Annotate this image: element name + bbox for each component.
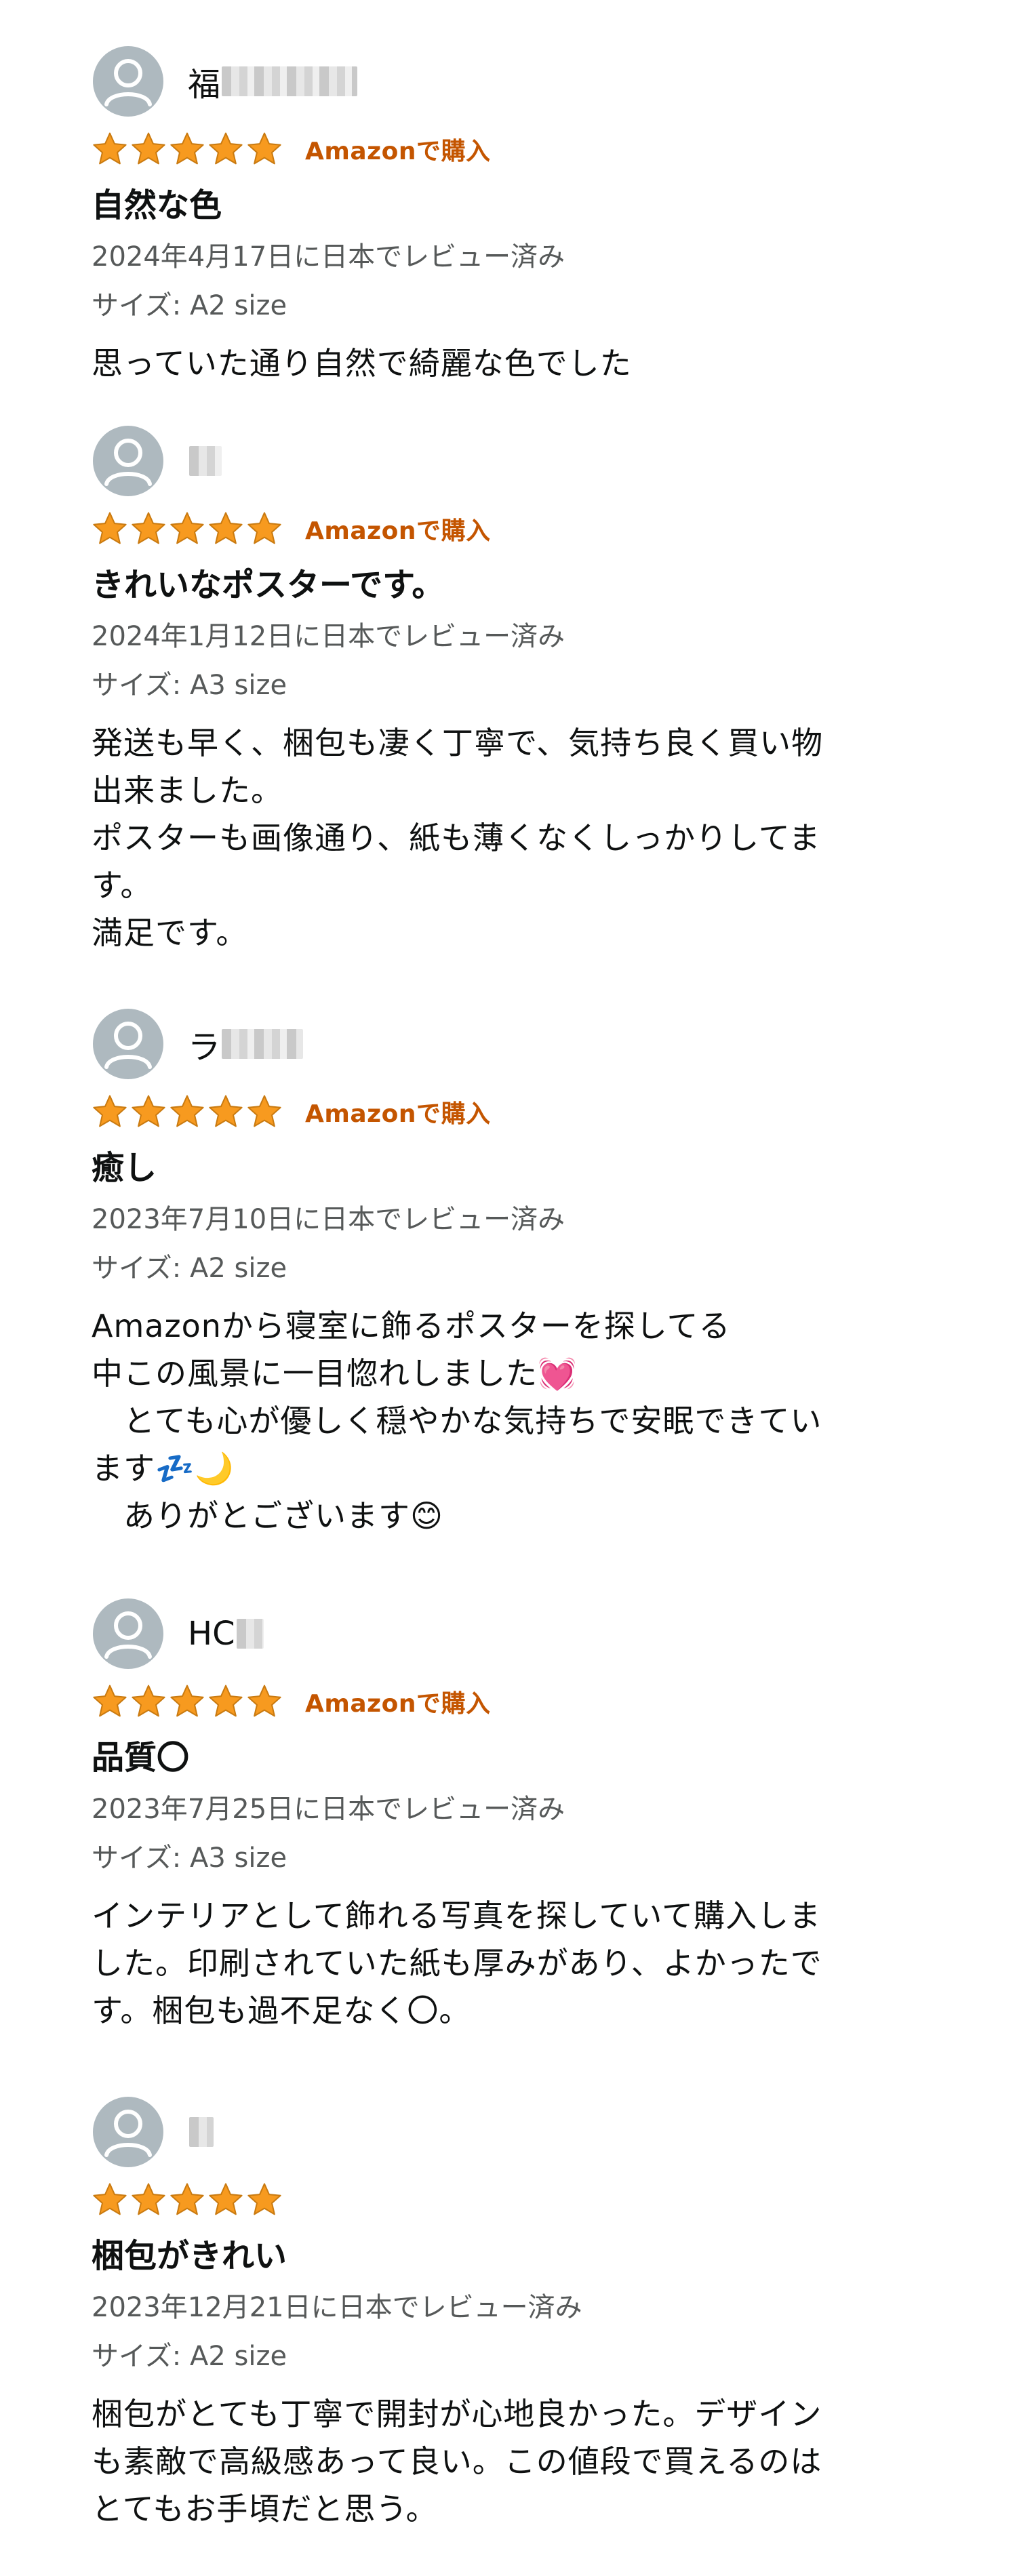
star-icon [170, 1685, 204, 1717]
star-icon [209, 1685, 243, 1717]
star-rating[interactable] [92, 1683, 285, 1720]
star-rating[interactable] [92, 131, 285, 167]
star-icon [132, 512, 165, 544]
avatar[interactable] [93, 46, 163, 117]
star-icon [170, 132, 204, 165]
star-icon [209, 1095, 243, 1127]
reviewer-name[interactable]: ラ [188, 1020, 304, 1068]
person-icon [104, 2110, 152, 2157]
rating-row: Amazonで購入 [92, 1092, 932, 1131]
variant-info[interactable]: サイズ: A2 size [92, 287, 932, 325]
star-icon [93, 512, 127, 544]
review-body: Amazonから寝室に飾るポスターを探してる 中この風景に一目惚れしました💓 と… [92, 1308, 822, 1534]
review-title[interactable]: きれいなポスターです。 [92, 563, 932, 607]
star-icon [170, 2183, 204, 2215]
star-icon [247, 132, 281, 165]
rating-row: Amazonで購入 [92, 1682, 932, 1721]
avatar[interactable] [93, 426, 163, 496]
star-icon [93, 132, 127, 165]
review-card: HC Amazonで購入 品質〇 2023年7月25日に日本でレビュー済み サイ… [92, 1596, 932, 2034]
avatar[interactable] [93, 1598, 163, 1669]
star-rating[interactable] [92, 2181, 285, 2218]
verified-purchase-badge: Amazonで購入 [305, 1100, 491, 1128]
person-icon [104, 59, 152, 106]
star-icon [132, 1685, 165, 1717]
reviewer-name-text: 福 [188, 66, 221, 104]
review-body: 梱包がとても丁寧で開封が心地良かった。デザイン も素敵で高級感あって良い。この値… [92, 2396, 822, 2527]
review-body: インテリアとして飾れる写真を探していて購入しま した。印刷されていた紙も厚みがあ… [92, 1897, 822, 2029]
reviewer-name-text: ラ [188, 1028, 221, 1066]
redacted-name [236, 1619, 264, 1649]
review-date: 2024年4月17日に日本でレビュー済み [92, 241, 565, 273]
redacted-name [189, 2117, 214, 2147]
review-body: 発送も早く、梱包も凄く丁寧で、気持ち良く買い物 出来ました。 ポスターも画像通り… [92, 725, 824, 951]
star-icon [170, 512, 204, 544]
variant-info[interactable]: サイズ: A3 size [92, 666, 932, 704]
rating-row [92, 2180, 932, 2219]
review-body: 思っていた通り自然で綺麗な色でした [92, 345, 632, 382]
star-icon [209, 512, 243, 544]
review-header: HC [93, 1596, 932, 1671]
redacted-name [222, 66, 358, 96]
review-date: 2023年7月25日に日本でレビュー済み [92, 1794, 565, 1825]
star-icon [93, 2183, 127, 2215]
star-icon [247, 512, 281, 544]
star-icon [93, 1095, 127, 1127]
star-icon [132, 1095, 165, 1127]
review-card: 福 Amazonで購入 自然な色 2024年4月17日に日本でレビュー済み サイ… [92, 44, 932, 387]
star-icon [209, 132, 243, 165]
review-card: Amazonで購入 きれいなポスターです。 2024年1月12日に日本でレビュー… [92, 424, 932, 957]
verified-purchase-badge: Amazonで購入 [305, 1690, 491, 1718]
star-icon [93, 1685, 127, 1717]
rating-row: Amazonで購入 [92, 509, 932, 548]
rating-row: Amazonで購入 [92, 129, 932, 169]
person-icon [104, 1022, 152, 1069]
reviewer-name-text: HC [188, 1615, 235, 1653]
avatar[interactable] [93, 2097, 163, 2167]
reviewer-name[interactable]: 福 [188, 58, 358, 105]
verified-purchase-badge: Amazonで購入 [305, 517, 491, 545]
redacted-name [222, 1029, 304, 1059]
review-header: 福 [93, 44, 932, 119]
star-icon [132, 132, 165, 165]
review-date: 2023年12月21日に日本でレビュー済み [92, 2292, 582, 2323]
star-icon [209, 2183, 243, 2215]
review-title[interactable]: 自然な色 [92, 184, 932, 227]
reviewer-name[interactable]: HC [188, 1615, 264, 1653]
person-icon [104, 1611, 152, 1659]
reviewer-name[interactable] [188, 446, 222, 476]
star-icon [247, 1095, 281, 1127]
review-date: 2024年1月12日に日本でレビュー済み [92, 621, 565, 652]
star-rating[interactable] [92, 1093, 285, 1130]
avatar[interactable] [93, 1009, 163, 1079]
redacted-name [189, 446, 222, 476]
review-title[interactable]: 癒し [92, 1146, 932, 1190]
review-card: ラ Amazonで購入 癒し 2023年7月10日に日本でレビュー済み サイズ:… [92, 1007, 932, 1539]
star-icon [132, 2183, 165, 2215]
review-header: ラ [93, 1007, 932, 1081]
review-title[interactable]: 品質〇 [92, 1736, 932, 1779]
variant-info[interactable]: サイズ: A2 size [92, 2337, 932, 2375]
person-icon [104, 439, 152, 486]
verified-purchase-badge: Amazonで購入 [305, 138, 491, 165]
review-date: 2023年7月10日に日本でレビュー済み [92, 1204, 565, 1235]
review-header [93, 2095, 932, 2169]
variant-info[interactable]: サイズ: A3 size [92, 1839, 932, 1877]
variant-info[interactable]: サイズ: A2 size [92, 1249, 932, 1287]
review-title[interactable]: 梱包がきれい [92, 2234, 932, 2278]
star-icon [247, 1685, 281, 1717]
star-rating[interactable] [92, 510, 285, 547]
star-icon [247, 2183, 281, 2215]
review-card: 梱包がきれい 2023年12月21日に日本でレビュー済み サイズ: A2 siz… [92, 2095, 932, 2533]
review-header [93, 424, 932, 498]
star-icon [170, 1095, 204, 1127]
reviewer-name[interactable] [188, 2117, 214, 2147]
